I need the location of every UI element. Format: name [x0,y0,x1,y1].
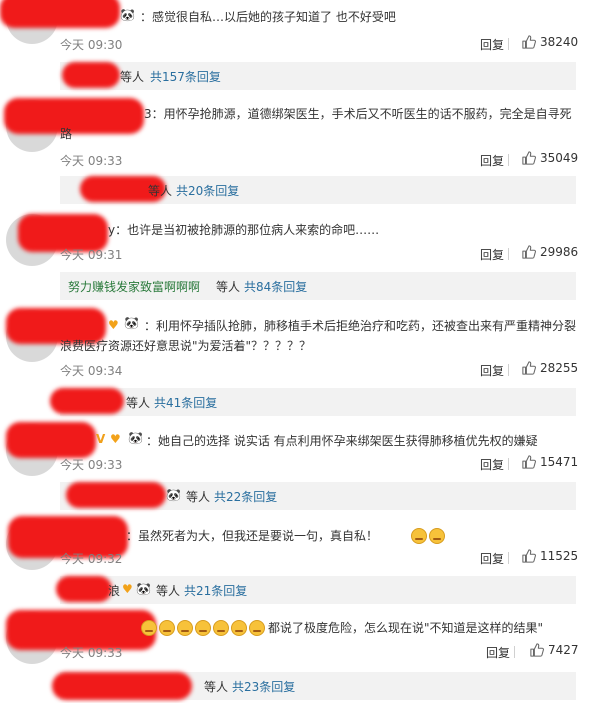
subreply-suffix: 等人 [186,490,211,504]
reply-button[interactable]: 回复 [480,246,504,263]
comment-text: y：也许是当初被抢肺源的那位病人来索的命吧…… [108,223,380,237]
subreply-count-link[interactable]: 共21条回复 [184,582,247,599]
redacted-username [62,62,120,88]
emoji-icon [159,620,175,636]
panda-emoji: 🐼 [128,431,143,445]
thumbs-up-icon [522,455,536,469]
like-button[interactable]: 29986 [522,245,578,259]
reply-button[interactable]: 回复 [480,456,504,473]
like-button[interactable]: 38240 [522,35,578,49]
like-button[interactable]: 7427 [530,643,579,657]
subreply-user-link[interactable]: 努力赚钱发家致富啊啊啊 [68,278,200,295]
subreply-bar[interactable]: 等人 共20条回复 [60,176,576,204]
subreply-bar[interactable]: 🐼 等人 共22条回复 [60,482,576,510]
comment-time: 今天 09:32 [60,552,123,566]
subreply-suffix: 等人 [120,70,145,84]
reply-button[interactable]: 回复 [480,36,504,53]
emoji-row [140,620,266,636]
like-count: 29986 [540,245,579,259]
emoji-icon [195,620,211,636]
thumbs-up-icon [522,549,536,563]
panda-emoji: 🐼 [166,488,181,502]
redacted-username [56,576,112,602]
reply-button[interactable]: 回复 [480,152,504,169]
redacted-username [50,388,124,414]
panda-emoji: 🐼 [136,582,151,596]
subreply-count-link[interactable]: 共20条回复 [176,182,239,199]
subreply-bar[interactable]: 等人 共157条回复 [60,62,576,90]
medal-badge-icon: ♥ [122,582,133,596]
comment-time: 今天 09:33 [60,154,123,168]
panda-emoji: 🐼 [120,8,135,22]
like-button[interactable]: 35049 [522,151,578,165]
subreply-bar[interactable]: 浪 ♥ 🐼 等人 共21条回复 [56,576,576,604]
comment-time: 今天 09:33 [60,458,123,472]
subreply-count-link[interactable]: 共84条回复 [244,278,307,295]
subreply-count-link[interactable]: 共23条回复 [232,678,295,695]
thumbs-up-icon [530,643,544,657]
comment-time: 今天 09:34 [60,364,123,378]
comment-text: ：利用怀孕插队抢肺，肺移植手术后拒绝治疗和吃药，还被查出来有严重精神分裂 浪费医… [60,319,577,353]
emoji-icon [231,620,247,636]
thumbs-up-icon [522,361,536,375]
subreply-bar[interactable]: 等人 共41条回复 [50,388,576,416]
thumbs-up-icon [522,35,536,49]
like-count: 7427 [548,643,579,657]
redacted-username [0,0,120,28]
comment-text: 都说了极度危险，怎么现在说"不知道是这样的结果" [268,621,544,635]
like-button[interactable]: 28255 [522,361,578,375]
comment-time: 今天 09:30 [60,38,123,52]
subreply-user-link[interactable]: 浪 [108,582,120,599]
divider [508,248,509,260]
emoji-icon [411,528,427,544]
divider [508,552,509,564]
divider [508,38,509,50]
redacted-username [6,422,96,458]
like-count: 15471 [540,455,579,469]
comment-time: 今天 09:31 [60,248,123,262]
reply-button[interactable]: 回复 [480,550,504,567]
divider [508,154,509,166]
subreply-suffix: 等人 [148,184,173,198]
subreply-suffix: 等人 [216,280,241,294]
thumbs-up-icon [522,151,536,165]
subreply-count-link[interactable]: 共41条回复 [154,394,217,411]
comment-text: ：她自己的选择 说实话 有点利用怀孕来绑架医生获得肺移植优先权的嫌疑 [146,434,538,448]
verified-v-icon: V [96,432,106,446]
comment-text: ：感觉很自私…以后她的孩子知道了 也不好受吧 [140,10,396,24]
divider [508,458,509,470]
like-count: 11525 [540,549,579,563]
emoji-icon [177,620,193,636]
like-button[interactable]: 11525 [522,549,578,563]
emoji-icon [141,620,157,636]
emoji-icon [429,528,445,544]
subreply-count-link[interactable]: 共157条回复 [150,68,221,85]
like-count: 28255 [540,361,579,375]
like-count: 35049 [540,151,579,165]
reply-button[interactable]: 回复 [480,362,504,379]
subreply-suffix: 等人 [156,584,181,598]
subreply-count-link[interactable]: 共22条回复 [214,488,277,505]
like-button[interactable]: 15471 [522,455,578,469]
medal-badge-icon: ♥ [110,432,121,446]
emoji-icon [249,620,265,636]
comment-text: 3：用怀孕抢肺源，道德绑架医生，手术后又不听医生的话不服药，完全是自寻死路 [60,107,572,141]
divider [508,364,509,376]
comment-time: 今天 09:33 [60,646,123,660]
subreply-bar[interactable]: 等人 共23条回复 [52,672,576,700]
subreply-bar[interactable]: 努力赚钱发家致富啊啊啊 等人 共84条回复 [60,272,576,300]
emoji-icon [213,620,229,636]
subreply-suffix: 等人 [126,396,151,410]
thumbs-up-icon [522,245,536,259]
redacted-username [66,482,166,508]
like-count: 38240 [540,35,579,49]
comment-text: ：虽然死者为大，但我还是要说一句，真自私！ [126,529,379,543]
subreply-suffix: 等人 [204,680,229,694]
redacted-username [52,672,192,700]
reply-button[interactable]: 回复 [486,644,510,661]
divider [514,646,515,658]
